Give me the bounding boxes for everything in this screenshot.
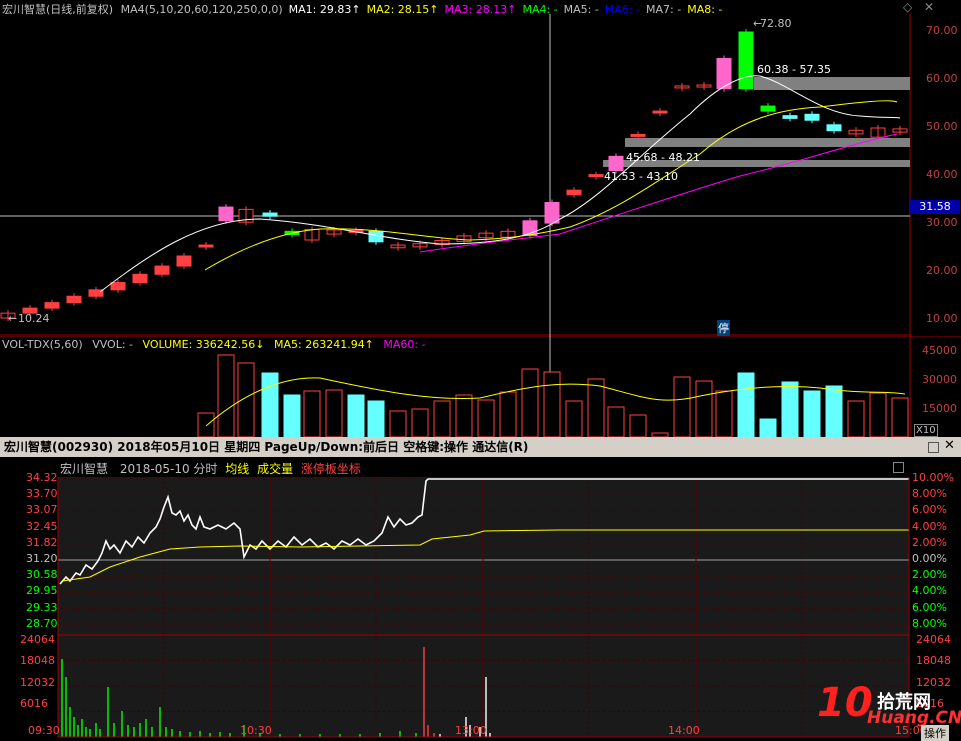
intraday-window-titlebar[interactable]: 宏川智慧(002930) 2018年05月10日 星期四 PageUp/Down… xyxy=(0,437,961,457)
gap-label-1: 60.38 - 57.35 xyxy=(757,63,831,76)
intraday-volume-tick-right: 24064 xyxy=(916,633,951,646)
price-tick: 70.00 xyxy=(926,24,958,37)
intraday-time-tick: 09:30 xyxy=(28,724,60,737)
intraday-percent-tick: 8.00% xyxy=(912,616,947,630)
volume-bar xyxy=(283,394,301,437)
gap-label-2: 45.68 - 48.21 xyxy=(626,151,700,164)
volume-tick: 30000 xyxy=(922,373,957,386)
volume-bar xyxy=(499,391,517,437)
volume-bar xyxy=(543,371,561,437)
intraday-price-tick: 31.20 xyxy=(26,552,58,565)
intraday-price-tick: 34.32 xyxy=(26,471,58,484)
volume-bar xyxy=(217,354,235,437)
volume-bar xyxy=(847,400,865,437)
gap-label-3: 41.53 - 43.10 xyxy=(604,170,678,183)
ma1-line xyxy=(99,75,901,293)
intraday-price-tick: 32.45 xyxy=(26,519,58,533)
volume-bar xyxy=(565,400,583,437)
ma2-line xyxy=(204,100,898,271)
volume-bar xyxy=(411,408,429,437)
crosshair-price-label: 31.58 xyxy=(910,200,960,214)
intraday-percent-tick: 2.00% xyxy=(912,568,947,582)
intraday-price-tick: 30.58 xyxy=(26,568,58,582)
volume-bar xyxy=(695,380,713,437)
intraday-percent-tick: 0.00% xyxy=(912,552,947,565)
window-close-icon[interactable]: ✕ xyxy=(944,438,955,453)
volume-bar xyxy=(521,368,539,437)
close-icon[interactable]: ✕ xyxy=(924,0,934,14)
intraday-percent-tick: 10.00% xyxy=(912,471,954,484)
intraday-price-tick: 33.07 xyxy=(26,503,58,517)
intraday-price-tick: 28.70 xyxy=(26,616,58,630)
low-arrow-icon: ← xyxy=(8,312,18,325)
intraday-price-tick: 33.70 xyxy=(26,487,58,501)
volume-bar xyxy=(587,378,605,437)
intraday-time-tick: 14:00 xyxy=(668,724,700,737)
price-axis: 70.00 60.00 50.00 40.00 30.00 20.00 10.00 xyxy=(916,14,961,336)
intraday-left-axis: 34.32 33.70 33.07 32.45 31.82 31.20 30.58 29.95… xyxy=(0,457,58,740)
watermark-number: 10 xyxy=(817,680,873,726)
high-price-label: 72.80 xyxy=(760,17,792,30)
intraday-volume-tick: 18048 xyxy=(20,654,55,668)
price-tick: 50.00 xyxy=(926,120,958,133)
intraday-percent-tick: 6.00% xyxy=(912,600,947,614)
volume-bar xyxy=(261,372,279,437)
volume-bar xyxy=(673,376,691,437)
volume-bar xyxy=(477,399,495,437)
price-tick: 10.00 xyxy=(926,312,958,325)
price-tick: 20.00 xyxy=(926,264,958,277)
volume-axis: 45000 30000 15000 xyxy=(922,336,961,437)
volume-bar xyxy=(433,400,451,437)
volume-bar xyxy=(389,410,407,437)
halt-marker: 停 xyxy=(717,320,730,336)
price-tick: 60.00 xyxy=(926,72,958,85)
intraday-percent-tick: 4.00% xyxy=(912,584,947,598)
volume-bar xyxy=(325,389,343,437)
gap-zone-2 xyxy=(625,138,910,147)
intraday-volume-tick: 12032 xyxy=(20,675,55,689)
intraday-volume-tick: 24064 xyxy=(20,633,55,646)
volume-bar xyxy=(715,390,733,437)
volume-bar xyxy=(825,385,843,437)
price-tick: 30.00 xyxy=(926,216,958,229)
high-arrow-icon: ← xyxy=(753,17,763,30)
intraday-percent-tick: 8.00% xyxy=(912,487,947,501)
intraday-percent-tick: 6.00% xyxy=(912,503,947,517)
volume-chart[interactable] xyxy=(0,336,961,437)
volume-bar xyxy=(781,381,799,437)
volume-unit: X10 xyxy=(914,424,938,437)
intraday-volume-tick: 6016 xyxy=(20,696,48,710)
intraday-price-tick: 29.95 xyxy=(26,584,58,598)
volume-bar xyxy=(455,394,473,437)
intraday-price-tick: 29.33 xyxy=(26,600,58,614)
volume-bar xyxy=(367,400,385,437)
diamond-icon[interactable]: ◇ xyxy=(903,0,912,14)
low-price-label: 10.24 xyxy=(18,312,50,325)
intraday-percent-tick: 4.00% xyxy=(912,519,947,533)
volume-bar xyxy=(629,414,647,437)
intraday-volume-tick-right: 18048 xyxy=(916,654,951,668)
intraday-price-tick: 31.82 xyxy=(26,535,58,549)
volume-bar xyxy=(197,412,215,437)
volume-tick: 45000 xyxy=(922,344,957,357)
volume-bar xyxy=(737,372,755,437)
intraday-window-title: 宏川智慧(002930) 2018年05月10日 星期四 PageUp/Down… xyxy=(4,440,529,454)
volume-bar xyxy=(891,397,909,437)
volume-bar xyxy=(803,390,821,437)
maximize-button[interactable] xyxy=(928,442,939,453)
volume-tick: 15000 xyxy=(922,402,957,415)
price-tick: 40.00 xyxy=(926,168,958,181)
intraday-percent-tick: 2.00% xyxy=(912,535,947,549)
volume-bar xyxy=(607,406,625,437)
volume-bar xyxy=(869,392,887,437)
intraday-time-tick: 10:30 xyxy=(240,724,272,737)
intraday-time-tick: 13:00 xyxy=(455,724,487,737)
volume-bar xyxy=(347,394,365,437)
gap-zone-1 xyxy=(754,77,910,90)
volume-bar xyxy=(759,418,777,437)
operate-button[interactable]: 操作 xyxy=(921,725,949,741)
volume-bar xyxy=(303,390,321,437)
